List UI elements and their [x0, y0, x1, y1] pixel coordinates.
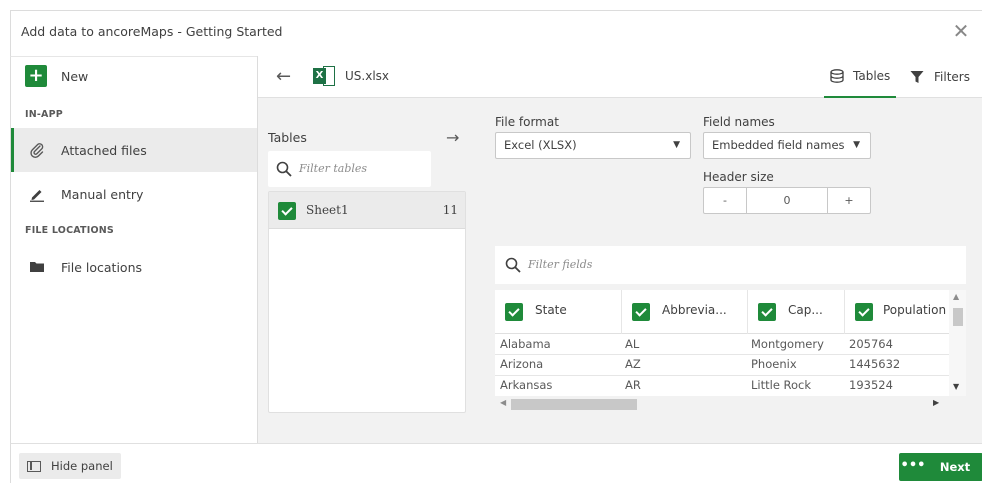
next-button[interactable]: Next — [927, 453, 982, 481]
field-names-value: Embedded field names — [712, 138, 845, 152]
sidebar-item-file-locations[interactable]: File locations — [11, 245, 258, 289]
table-header: State Abbrevia... Cap... Population — [495, 290, 949, 334]
table-cell: Phoenix — [751, 357, 797, 371]
paperclip-icon — [29, 142, 45, 158]
column-header-label: Population — [883, 303, 947, 317]
new-button-label: New — [61, 68, 89, 84]
file-name: US.xlsx — [345, 69, 390, 83]
file-toolbar: ← X US.xlsx Tables Filters — [258, 56, 982, 98]
main-panel: ← X US.xlsx Tables Filters Tables → Filt… — [257, 56, 982, 443]
dialog-header: Add data to ancoreMaps - Getting Started… — [10, 10, 982, 56]
scroll-left-icon[interactable]: ◀ — [500, 398, 506, 407]
search-icon — [276, 161, 292, 177]
caret-down-icon: ▼ — [673, 140, 680, 150]
file-format-label: File format — [495, 115, 559, 129]
table-field-count: 11 — [442, 203, 458, 217]
table-cell: 1445632 — [849, 357, 901, 371]
filter-fields-input[interactable]: Filter fields — [495, 246, 966, 284]
hide-panel-label: Hide panel — [51, 459, 113, 473]
table-cell: 205764 — [849, 337, 893, 351]
column-header-label: State — [535, 303, 567, 317]
search-icon — [505, 257, 521, 273]
file-format-value: Excel (XLSX) — [504, 138, 577, 152]
checkbox-checked[interactable] — [758, 303, 776, 321]
filter-funnel-icon — [910, 71, 924, 83]
back-arrow-icon[interactable]: ← — [276, 66, 291, 87]
folder-icon — [29, 259, 45, 275]
scroll-thumb[interactable] — [511, 399, 637, 410]
dialog-title: Add data to ancoreMaps - Getting Started — [21, 24, 283, 39]
scroll-up-icon[interactable]: ▲ — [953, 292, 959, 301]
checkbox-checked[interactable] — [505, 303, 523, 321]
tab-tables-label: Tables — [853, 69, 891, 83]
vertical-scrollbar[interactable]: ▲ ▼ — [949, 290, 966, 398]
column-header-population[interactable]: Population — [845, 290, 949, 334]
excel-file-icon: X — [313, 66, 335, 86]
tab-tables[interactable]: Tables — [824, 56, 897, 98]
header-size-stepper: - 0 + — [703, 187, 871, 214]
tables-list: Sheet1 11 — [268, 191, 466, 413]
column-header-label: Cap... — [788, 303, 823, 317]
filter-tables-input[interactable]: Filter tables — [268, 151, 431, 187]
hide-panel-button[interactable]: Hide panel — [19, 453, 121, 479]
checkbox-checked[interactable] — [855, 303, 873, 321]
sidebar-item-attached-files[interactable]: Attached files — [11, 128, 258, 172]
checkbox-checked[interactable] — [278, 202, 296, 220]
scroll-thumb[interactable] — [953, 308, 963, 326]
table-cell: Montgomery — [751, 337, 824, 351]
decrement-button[interactable]: - — [704, 188, 746, 213]
tab-filters[interactable]: Filters — [910, 56, 970, 98]
file-format-select[interactable]: Excel (XLSX) ▼ — [495, 132, 691, 159]
table-cell: 193524 — [849, 378, 893, 392]
table-cell: AZ — [625, 357, 641, 371]
dialog-footer: Hide panel ••• Next — [10, 443, 982, 483]
section-in-app: IN-APP — [25, 109, 63, 120]
tables-heading: Tables — [268, 130, 307, 145]
increment-button[interactable]: + — [828, 188, 870, 213]
checkbox-checked[interactable] — [632, 303, 650, 321]
plus-icon: + — [25, 65, 47, 87]
table-name: Sheet1 — [306, 203, 349, 217]
table-row[interactable]: Sheet1 11 — [269, 192, 465, 229]
data-preview-table: State Abbrevia... Cap... Population Alab… — [495, 290, 966, 412]
filter-fields-placeholder: Filter fields — [528, 258, 593, 271]
scroll-down-icon[interactable]: ▼ — [953, 382, 959, 391]
column-header-label: Abbrevia... — [662, 303, 727, 317]
caret-down-icon: ▼ — [853, 140, 860, 150]
header-size-label: Header size — [703, 170, 774, 184]
filter-tables-placeholder: Filter tables — [299, 162, 368, 175]
row-divider — [495, 354, 949, 355]
panel-icon — [27, 460, 41, 472]
header-size-value[interactable]: 0 — [746, 188, 828, 213]
section-file-locations: FILE LOCATIONS — [25, 225, 114, 236]
sidebar: + New IN-APP Attached files Manual entry… — [10, 56, 258, 443]
table-cell: AL — [625, 337, 640, 351]
table-cell: AR — [625, 378, 641, 392]
database-icon — [830, 69, 844, 83]
column-header-capital[interactable]: Cap... — [748, 290, 845, 334]
close-icon[interactable]: ✕ — [950, 21, 972, 43]
sidebar-item-label: File locations — [61, 259, 142, 275]
arrow-right-icon: → — [446, 128, 460, 147]
table-cell: Arizona — [500, 357, 544, 371]
new-button[interactable]: + New — [25, 65, 88, 87]
sidebar-item-manual-entry[interactable]: Manual entry — [11, 172, 258, 216]
pencil-icon — [29, 186, 45, 202]
table-cell: Arkansas — [500, 378, 553, 392]
sidebar-item-label: Manual entry — [61, 186, 144, 202]
row-divider — [495, 375, 949, 376]
sidebar-item-label: Attached files — [61, 142, 147, 158]
table-cell: Little Rock — [751, 378, 812, 392]
field-names-label: Field names — [703, 115, 775, 129]
next-button-group: ••• Next — [899, 453, 982, 481]
column-header-abbreviation[interactable]: Abbrevia... — [622, 290, 748, 334]
table-cell: Alabama — [500, 337, 551, 351]
scroll-right-icon[interactable]: ▶ — [933, 398, 939, 407]
horizontal-scrollbar[interactable]: ◀ ▶ — [495, 396, 966, 412]
column-header-state[interactable]: State — [495, 290, 622, 334]
more-options-icon[interactable]: ••• — [899, 453, 927, 481]
field-names-select[interactable]: Embedded field names ▼ — [703, 132, 871, 159]
tab-filters-label: Filters — [934, 70, 970, 84]
